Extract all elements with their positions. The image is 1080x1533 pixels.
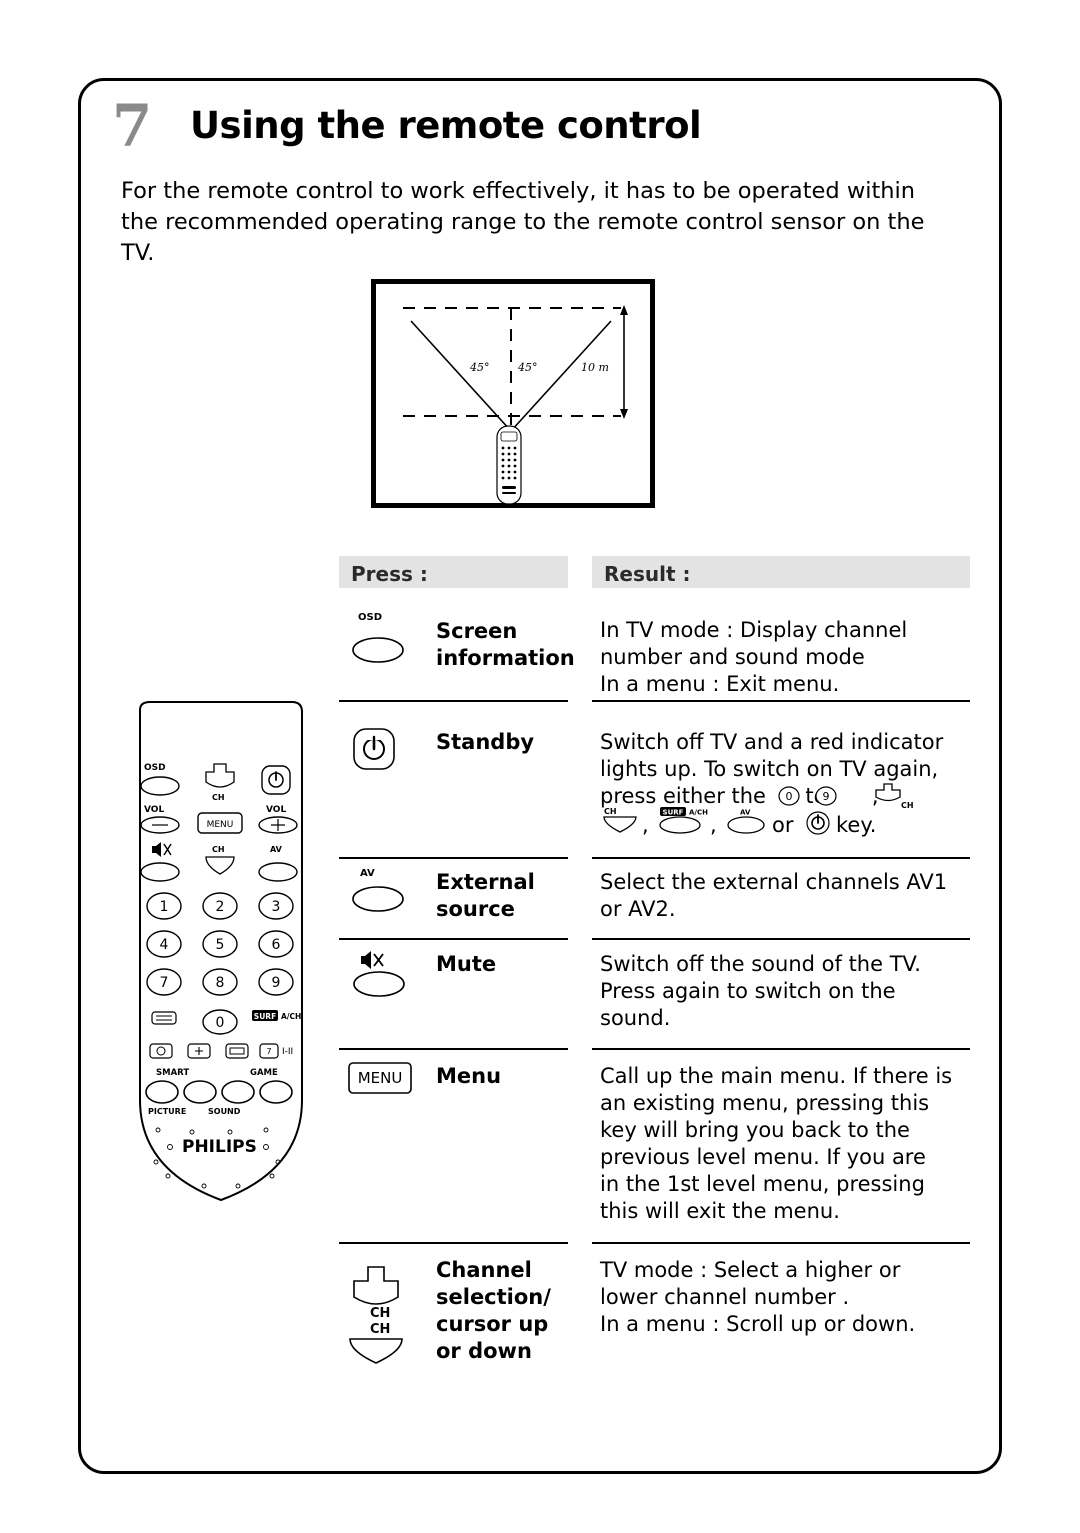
column-header-result: Result : (592, 556, 970, 588)
remote-game-button-1 (221, 1080, 255, 1104)
remote-av-button (258, 862, 298, 882)
svg-text:7: 7 (160, 975, 169, 991)
svg-text:CH: CH (604, 807, 617, 816)
row-divider (592, 700, 970, 702)
remote-smart-button-1 (145, 1080, 179, 1104)
standby-comma-2: , (710, 813, 717, 837)
av-key-caption: AV (360, 868, 375, 879)
svg-text:6: 6 (272, 937, 281, 953)
row-result-screen-information: In TV mode : Display channel number and … (600, 618, 908, 696)
standby-key-text: key. (836, 813, 877, 837)
svg-text:A/CH: A/CH (689, 809, 708, 817)
remote-brand-label: PHILIPS (182, 1137, 257, 1157)
row-divider (592, 938, 970, 940)
remote-fn-button-1 (149, 1043, 173, 1059)
svg-text:MENU: MENU (358, 1069, 403, 1087)
svg-text:5: 5 (216, 937, 225, 953)
remote-picture-label: PICTURE (148, 1107, 186, 1116)
row-result-mute: Switch off the sound of the TV. Press ag… (600, 952, 921, 1030)
svg-text:9: 9 (823, 790, 830, 803)
remote-diagram-icon (496, 425, 522, 505)
svg-text:0: 0 (786, 790, 793, 803)
svg-text:SURF: SURF (663, 809, 684, 817)
remote-game-button-2 (259, 1080, 293, 1104)
column-header-press: Press : (339, 556, 568, 588)
distance-label: 10 m (581, 361, 609, 374)
remote-control-illustration: OSD CH VOL MENU VOL CH AV 1 2 3 4 5 6 7 8 9 0 … (139, 701, 303, 1202)
key-surf-icon: SURF A/CH (659, 807, 708, 834)
row-label-mute: Mute (436, 952, 497, 976)
row-divider (339, 857, 568, 859)
svg-text:CH: CH (901, 801, 914, 810)
standby-comma-1: , (642, 813, 649, 837)
row-result-external-source: Select the external channels AV1 or AV2. (600, 870, 948, 921)
remote-ach-label: A/CH (281, 1012, 301, 1021)
page-title: Using the remote control (190, 104, 702, 147)
row-label-standby: Standby (436, 730, 535, 754)
row-result-menu: Call up the main menu. If there is an ex… (600, 1064, 953, 1223)
standby-or-text: or (772, 813, 794, 837)
intro-paragraph: For the remote control to work effective… (121, 178, 925, 266)
remote-menu-label: MENU (207, 820, 234, 830)
key-av-icon: AV (727, 809, 765, 834)
row-divider (592, 1048, 970, 1050)
row-label-external-source: External source (436, 870, 535, 921)
remote-sound-label: SOUND (208, 1107, 241, 1116)
row-label-channel-selection: Channel selection/ cursor up or down (436, 1258, 551, 1363)
svg-text:3: 3 (272, 899, 281, 915)
svg-text:1: 1 (160, 899, 169, 915)
row-divider (339, 1242, 568, 1244)
svg-text:2: 2 (216, 899, 225, 915)
angle-right-label: 45° (518, 361, 538, 374)
osd-key-caption: OSD (358, 612, 383, 623)
column-header-result-label: Result : (604, 562, 691, 586)
row-divider (339, 700, 568, 702)
standby-result-line3-text: press either the (600, 784, 766, 808)
column-header-press-label: Press : (351, 562, 428, 586)
row-result-channel-selection: TV mode : Select a higher or lower chann… (600, 1258, 916, 1336)
remote-vol-right-label: VOL (266, 805, 286, 815)
key-channel-down-icon: CH (603, 807, 637, 833)
row-label-screen-information: Screen information (436, 619, 575, 670)
row-divider (592, 1242, 970, 1244)
osd-button-icon[interactable] (351, 636, 407, 666)
svg-text:8: 8 (216, 975, 225, 991)
row-label-menu: Menu (436, 1064, 502, 1088)
svg-text:CH: CH (370, 1322, 390, 1337)
row-result-standby: Switch off TV and a red indicator lights… (600, 730, 944, 837)
row-divider (339, 1048, 568, 1050)
chapter-number: 7 (112, 92, 152, 160)
remote-smart-label: SMART (156, 1068, 189, 1078)
key-0-icon: 0 (778, 786, 800, 806)
remote-ch-down-label: CH (212, 845, 225, 854)
remote-sound-mode-label: I-II (282, 1047, 293, 1057)
svg-text:4: 4 (160, 937, 169, 953)
standby-power-icon[interactable] (352, 727, 396, 771)
remote-ch-up-label: CH (212, 793, 225, 802)
key-9-icon: 9 (815, 786, 837, 806)
key-power-icon (806, 811, 830, 835)
remote-smart-button-2 (183, 1080, 217, 1104)
remote-game-label: GAME (250, 1068, 278, 1078)
av-button-icon[interactable] (351, 885, 407, 915)
svg-text:9: 9 (272, 975, 281, 991)
row-divider (592, 857, 970, 859)
row-divider (339, 938, 568, 940)
remote-fn-button-3 (225, 1043, 249, 1059)
menu-button-icon[interactable]: MENU (348, 1062, 412, 1094)
svg-text:7: 7 (266, 1047, 271, 1056)
remote-osd-label: OSD (144, 763, 166, 773)
svg-text:CH: CH (370, 1306, 390, 1321)
remote-osd-button (140, 776, 180, 796)
key-channel-up-icon: CH (875, 783, 914, 810)
svg-text:0: 0 (216, 1015, 225, 1031)
remote-text-button (151, 1011, 177, 1025)
svg-text:AV: AV (740, 809, 751, 817)
remote-av-label: AV (270, 845, 283, 854)
mute-button-icon[interactable] (349, 950, 409, 1000)
remote-vol-left-label: VOL (144, 805, 164, 815)
svg-text:SURF: SURF (254, 1012, 276, 1021)
channel-up-down-icon[interactable]: CH CH (340, 1255, 420, 1365)
angle-left-label: 45° (470, 361, 490, 374)
